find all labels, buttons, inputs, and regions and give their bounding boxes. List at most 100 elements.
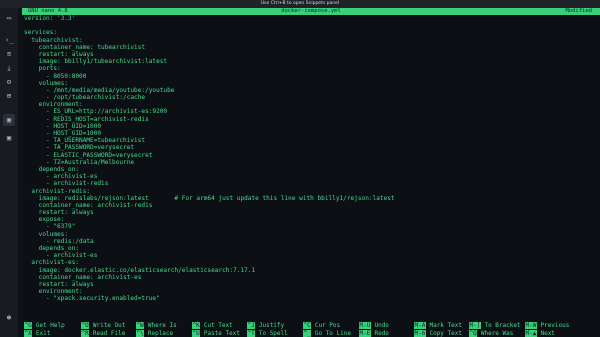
second-tab-icon[interactable]: ▣ xyxy=(5,134,13,142)
shortcut-label: To Spell xyxy=(258,330,288,337)
editor-line[interactable]: - HOST_UID=1000 xyxy=(24,123,600,130)
file-name: docker-compose.yml xyxy=(281,8,341,14)
editor-line[interactable]: image: bbilly1/tubearchivist:latest xyxy=(24,58,600,65)
shortcut-item: ^X Exit xyxy=(24,330,50,337)
editor-line[interactable]: - archivist-es xyxy=(24,173,600,180)
shortcut-key: M-A xyxy=(414,322,426,329)
nano-title-bar: GNU nano 4.8 docker-compose.yml Modified xyxy=(22,8,600,15)
editor-line[interactable]: container_name: archivist-es xyxy=(24,274,600,281)
app-sidebar: ▭ ›_ ≡ ⤓ ⚙ ⊞ ▣ ▣ ☻ xyxy=(0,8,18,337)
terminal-icon[interactable]: ›_ xyxy=(5,36,13,44)
shortcut-label: Replace xyxy=(147,330,174,337)
shortcut-key: M-W xyxy=(525,322,537,329)
editor-line[interactable]: tubearchivist: xyxy=(24,37,600,44)
editor-line[interactable]: - archivist-es xyxy=(24,252,600,259)
editor-line[interactable] xyxy=(24,22,600,29)
shortcut-item: M-W Previous xyxy=(525,322,569,329)
editor-line[interactable]: - REDIS_HOST=archivist-redis xyxy=(24,116,600,123)
editor-line[interactable]: restart: always xyxy=(24,209,600,216)
editor-text-area[interactable]: version: '3.3' services: tubearchivist: c… xyxy=(24,15,600,303)
shortcut-label: Go To Line xyxy=(314,330,351,337)
shortcut-key: ^O xyxy=(81,322,90,329)
shortcut-label: Next xyxy=(540,330,555,337)
editor-line[interactable]: - HOST_GID=1000 xyxy=(24,130,600,137)
editor-line[interactable]: version: '3.3' xyxy=(24,15,600,22)
editor-line[interactable]: archivist-redis: xyxy=(24,188,600,195)
editor-line[interactable]: - ELASTIC_PASSWORD=verysecret xyxy=(24,152,600,159)
window-title: Use Ctrl+B to open Snippets panel xyxy=(260,1,340,6)
shortcut-item: ^O Write Out xyxy=(81,322,125,329)
editor-line[interactable]: environment: xyxy=(24,101,600,108)
editor-line[interactable]: - "6379" xyxy=(24,223,600,230)
shortcut-label: Cut Text xyxy=(203,322,233,329)
editor-line[interactable]: - archivist-redis xyxy=(24,180,600,187)
shortcut-label: Cur Pos xyxy=(314,322,341,329)
modified-status: Modified xyxy=(565,8,593,14)
editor-line[interactable]: image: redislabs/rejson:latest # For arm… xyxy=(24,195,600,202)
editor-line[interactable]: container_name: tubearchivist xyxy=(24,44,600,51)
editor-line[interactable]: ports: xyxy=(24,65,600,72)
editor-line[interactable]: volumes: xyxy=(24,231,600,238)
shortcut-key: ^_ xyxy=(303,330,312,337)
shortcut-key: ^U xyxy=(192,330,201,337)
editor-line[interactable]: depends_on: xyxy=(24,245,600,252)
editor-line[interactable]: depends_on: xyxy=(24,166,600,173)
editor-line[interactable]: expose: xyxy=(24,216,600,223)
shortcut-item: ^K Cut Text xyxy=(192,322,233,329)
shortcut-key: ^Q xyxy=(469,330,478,337)
shortcut-key: ^J xyxy=(247,322,256,329)
shortcut-item: M-] To Bracket xyxy=(469,322,521,329)
editor-line[interactable]: image: docker.elastic.co/elasticsearch/e… xyxy=(24,267,600,274)
shortcut-key: ^C xyxy=(303,322,312,329)
folder-icon[interactable]: ▭ xyxy=(5,14,13,22)
shortcut-key: ^X xyxy=(24,330,33,337)
editor-line[interactable]: - 8050:8000 xyxy=(24,73,600,80)
editor-line[interactable]: - ES_URL=http://archivist-es:9200 xyxy=(24,108,600,115)
shortcut-item: ^R Read File xyxy=(81,330,125,337)
editor-line[interactable]: restart: always xyxy=(24,51,600,58)
shortcut-label: Exit xyxy=(35,330,51,337)
shortcut-label: Undo xyxy=(374,322,389,329)
shortcut-key: M-U xyxy=(359,322,371,329)
editor-line[interactable]: restart: always xyxy=(24,281,600,288)
download-icon[interactable]: ⤓ xyxy=(5,64,13,72)
shortcut-item: ^W Where Is xyxy=(136,322,177,329)
shortcut-label: Redo xyxy=(374,330,389,337)
shortcut-item: ^G Get Help xyxy=(24,322,65,329)
editor-line[interactable]: - "xpack.security.enabled=true" xyxy=(24,295,600,302)
shortcut-label: Read File xyxy=(92,330,126,337)
shortcut-item: M-U Undo xyxy=(359,322,389,329)
shortcut-item: ^T To Spell xyxy=(247,330,288,337)
settings-icon[interactable]: ⚙ xyxy=(5,78,13,86)
shortcut-label: Where Is xyxy=(147,322,177,329)
editor-line[interactable]: archivist-es: xyxy=(24,259,600,266)
editor-line[interactable]: - TZ=Australia/Melbourne xyxy=(24,159,600,166)
editor-line[interactable]: volumes: xyxy=(24,80,600,87)
shortcut-label: Previous xyxy=(540,322,570,329)
shortcut-key: ^\ xyxy=(136,330,145,337)
shortcut-item: ^J Justify xyxy=(247,322,284,329)
editor-line[interactable]: environment: xyxy=(24,288,600,295)
user-icon[interactable]: ☻ xyxy=(5,314,13,322)
editor-line[interactable]: - /opt/tubearchivist:/cache xyxy=(24,94,600,101)
shortcut-item: M-A Mark Text xyxy=(414,322,462,329)
editor-line[interactable]: - redis:/data xyxy=(24,238,600,245)
sessions-icon[interactable]: ⊞ xyxy=(5,92,13,100)
shortcut-label: Write Out xyxy=(92,322,126,329)
editor-line[interactable]: - /mnt/media/media/youtube:/youtube xyxy=(24,87,600,94)
editor-line[interactable]: services: xyxy=(24,29,600,36)
shortcut-key: M-E xyxy=(359,330,371,337)
shortcut-help-bar: ^G Get Help ^X Exit ^O Write Out ^R Read Fi… xyxy=(22,322,600,337)
shortcut-key: ^G xyxy=(24,322,33,329)
shortcut-label: Get Help xyxy=(35,322,65,329)
editor-line[interactable]: container_name: archivist-redis xyxy=(24,202,600,209)
terminal-pane[interactable]: GNU nano 4.8 docker-compose.yml Modified… xyxy=(22,8,600,337)
editor-line[interactable]: - TA_PASSWORD=verysecret xyxy=(24,144,600,151)
shortcut-label: Paste Text xyxy=(203,330,240,337)
editor-line[interactable]: - TA_USERNAME=tubearchivist xyxy=(24,137,600,144)
shortcut-key: ^R xyxy=(81,330,90,337)
active-tab-icon[interactable]: ▣ xyxy=(3,114,15,126)
server-icon[interactable]: ≡ xyxy=(5,50,13,58)
shortcut-item: ^U Paste Text xyxy=(192,330,240,337)
shortcut-key: M-▲ xyxy=(525,330,537,337)
